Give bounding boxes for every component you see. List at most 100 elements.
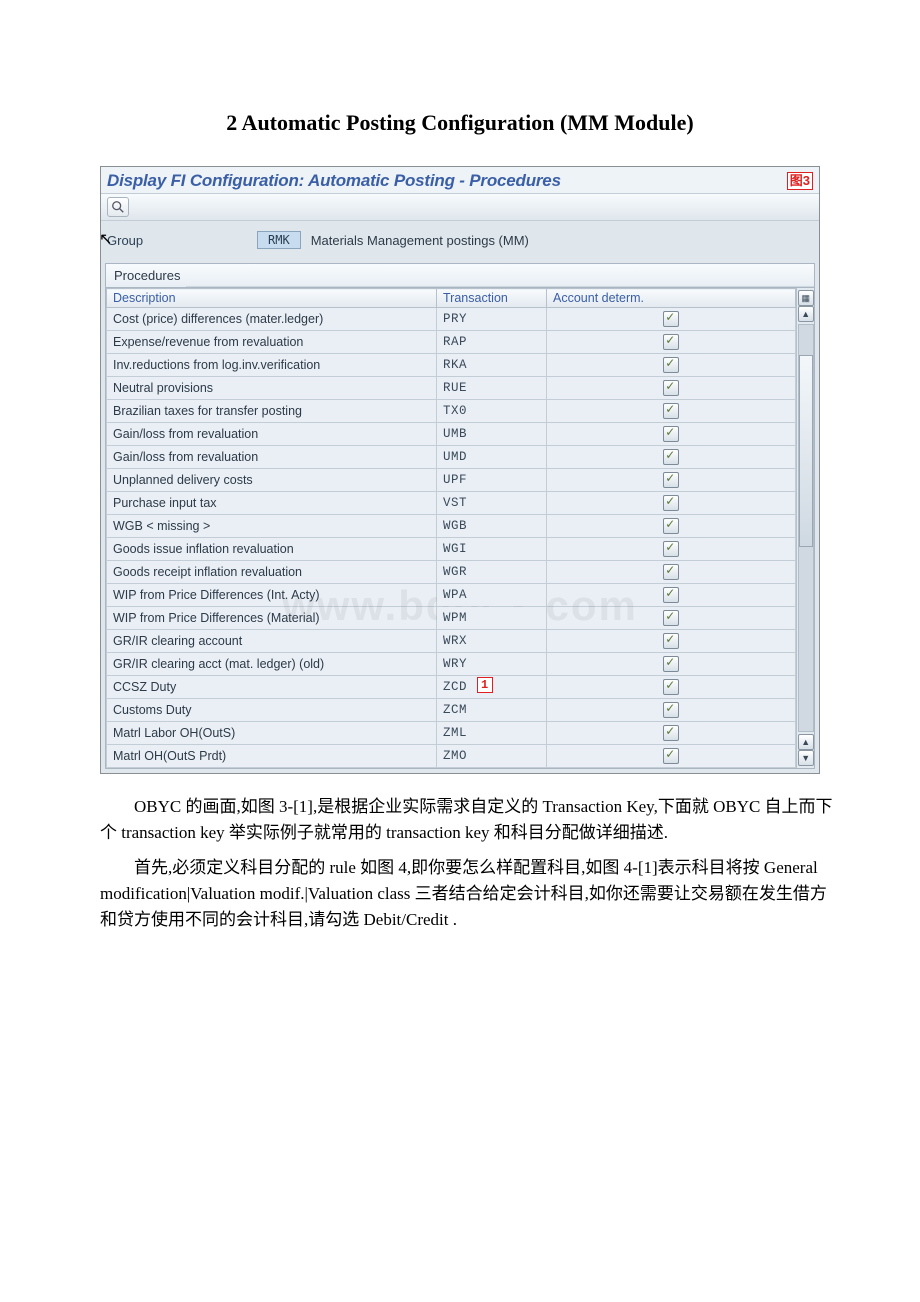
cell-account-determ [547,354,796,377]
figure-label: 图3 [787,172,813,190]
checkbox-checked-icon[interactable] [663,380,679,396]
table-row[interactable]: CCSZ DutyZCD1 [107,676,796,699]
group-code: RMK [257,231,301,249]
checkbox-checked-icon[interactable] [663,656,679,672]
table-row[interactable]: Brazilian taxes for transfer postingTX0 [107,400,796,423]
document-title: 2 Automatic Posting Configuration (MM Mo… [40,110,880,136]
cell-description: WIP from Price Differences (Material) [107,607,437,630]
checkbox-checked-icon[interactable] [663,403,679,419]
table-row[interactable]: Neutral provisionsRUE [107,377,796,400]
cursor-icon: ↖ [99,229,112,249]
checkbox-checked-icon[interactable] [663,702,679,718]
cell-transaction: WGR [437,561,547,584]
cell-transaction: RAP [437,331,547,354]
table-row[interactable]: Customs DutyZCM [107,699,796,722]
cell-description: Matrl Labor OH(OutS) [107,722,437,745]
cell-description: Cost (price) differences (mater.ledger) [107,308,437,331]
cell-account-determ [547,446,796,469]
table-row[interactable]: WIP from Price Differences (Int. Acty)WP… [107,584,796,607]
cell-description: Brazilian taxes for transfer posting [107,400,437,423]
cell-account-determ [547,607,796,630]
checkbox-checked-icon[interactable] [663,426,679,442]
cell-transaction: WGB [437,515,547,538]
cell-transaction: TX0 [437,400,547,423]
cell-transaction: WRX [437,630,547,653]
checkbox-checked-icon[interactable] [663,449,679,465]
cell-transaction: RKA [437,354,547,377]
cell-description: Purchase input tax [107,492,437,515]
magnifier-icon[interactable] [107,197,129,217]
table-row[interactable]: GR/IR clearing accountWRX [107,630,796,653]
cell-account-determ [547,331,796,354]
cell-account-determ [547,423,796,446]
checkbox-checked-icon[interactable] [663,311,679,327]
table-row[interactable]: Unplanned delivery costsUPF [107,469,796,492]
scroll-settings-icon[interactable]: ▦ [798,290,814,306]
table-row[interactable]: GR/IR clearing acct (mat. ledger) (old)W… [107,653,796,676]
checkbox-checked-icon[interactable] [663,610,679,626]
table-row[interactable]: Goods receipt inflation revaluationWGR [107,561,796,584]
col-header-account-determ[interactable]: Account determ. [547,289,796,308]
table-row[interactable]: Matrl Labor OH(OutS)ZML [107,722,796,745]
cell-description: Inv.reductions from log.inv.verification [107,354,437,377]
cell-transaction: ZML [437,722,547,745]
table-row[interactable]: Inv.reductions from log.inv.verification… [107,354,796,377]
cell-transaction: WGI [437,538,547,561]
col-header-transaction[interactable]: Transaction [437,289,547,308]
sap-window: www.bdocx.com Display FI Configuration: … [100,166,820,774]
paragraph-2: 首先,必须定义科目分配的 rule 如图 4,即你要怎么样配置科目,如图 4-[… [100,855,840,934]
callout-marker: 1 [477,677,493,693]
table-row[interactable]: WGB < missing >WGB [107,515,796,538]
checkbox-checked-icon[interactable] [663,564,679,580]
table-row[interactable]: Expense/revenue from revaluationRAP [107,331,796,354]
scroll-track[interactable] [798,324,814,732]
body-text: OBYC 的画面,如图 3-[1],是根据企业实际需求自定义的 Transact… [100,794,840,934]
table-row[interactable]: WIP from Price Differences (Material)WPM [107,607,796,630]
cell-description: Customs Duty [107,699,437,722]
cell-account-determ [547,676,796,699]
screen-title: Display FI Configuration: Automatic Post… [107,171,561,191]
group-description: Materials Management postings (MM) [311,233,529,248]
table-row[interactable]: Matrl OH(OutS Prdt)ZMO [107,745,796,768]
cell-transaction: ZCD1 [437,676,547,699]
cell-account-determ [547,469,796,492]
cell-transaction: PRY [437,308,547,331]
cell-description: GR/IR clearing account [107,630,437,653]
checkbox-checked-icon[interactable] [663,495,679,511]
cell-description: GR/IR clearing acct (mat. ledger) (old) [107,653,437,676]
checkbox-checked-icon[interactable] [663,679,679,695]
checkbox-checked-icon[interactable] [663,518,679,534]
cell-description: Goods receipt inflation revaluation [107,561,437,584]
checkbox-checked-icon[interactable] [663,748,679,764]
table-row[interactable]: Cost (price) differences (mater.ledger)P… [107,308,796,331]
cell-description: Goods issue inflation revaluation [107,538,437,561]
table-row[interactable]: Gain/loss from revaluationUMB [107,423,796,446]
checkbox-checked-icon[interactable] [663,334,679,350]
scroll-up2-icon[interactable]: ▲ [798,734,814,750]
cell-description: Matrl OH(OutS Prdt) [107,745,437,768]
cell-account-determ [547,561,796,584]
table-row[interactable]: Gain/loss from revaluationUMD [107,446,796,469]
checkbox-checked-icon[interactable] [663,587,679,603]
scroll-up-icon[interactable]: ▲ [798,306,814,322]
cell-description: Neutral provisions [107,377,437,400]
vertical-scrollbar[interactable]: ▦ ▲ ▲ ▼ [796,288,814,768]
checkbox-checked-icon[interactable] [663,725,679,741]
group-row: ↖ Group RMK Materials Management posting… [101,221,819,263]
checkbox-checked-icon[interactable] [663,633,679,649]
cell-description: Expense/revenue from revaluation [107,331,437,354]
table-row[interactable]: Purchase input taxVST [107,492,796,515]
checkbox-checked-icon[interactable] [663,472,679,488]
cell-transaction: ZCM [437,699,547,722]
toolbar [101,193,819,221]
checkbox-checked-icon[interactable] [663,357,679,373]
checkbox-checked-icon[interactable] [663,541,679,557]
scroll-thumb[interactable] [799,355,813,547]
table-row[interactable]: Goods issue inflation revaluationWGI [107,538,796,561]
col-header-description[interactable]: Description [107,289,437,308]
procedures-panel: Procedures Description Transaction Accou… [105,263,815,769]
procedures-tab[interactable]: Procedures [106,264,814,288]
cell-account-determ [547,308,796,331]
cell-account-determ [547,584,796,607]
scroll-down-icon[interactable]: ▼ [798,750,814,766]
